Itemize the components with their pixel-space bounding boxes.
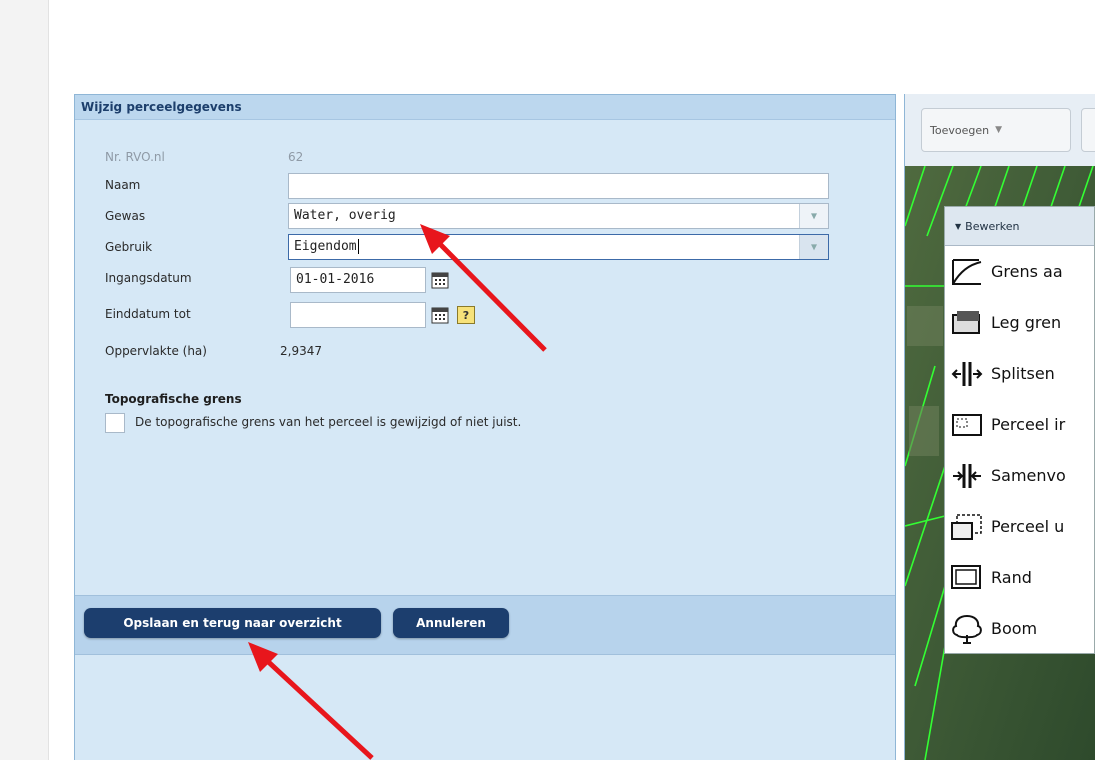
- split-icon: [951, 361, 983, 386]
- topo-checkbox[interactable]: [105, 413, 125, 433]
- parcel-draw-icon: [952, 413, 982, 436]
- einddatum-label: Einddatum tot: [105, 307, 191, 321]
- menu-item-splitsen[interactable]: Splitsen: [945, 348, 1094, 399]
- menu-item-perceel-uitsnijden[interactable]: Perceel u: [945, 501, 1094, 552]
- add-button[interactable]: Toevoegen ▼: [921, 108, 1071, 152]
- left-gutter: [0, 0, 49, 760]
- topo-section-title: Topografische grens: [105, 392, 242, 406]
- naam-input[interactable]: [288, 173, 829, 199]
- topo-checkbox-label: De topografische grens van het perceel i…: [135, 415, 522, 429]
- map-toolbar: Toevoegen ▼: [905, 94, 1095, 167]
- toolbar-button-more[interactable]: [1081, 108, 1095, 152]
- gewas-label: Gewas: [105, 209, 146, 223]
- menu-item-boom[interactable]: Boom: [945, 603, 1094, 654]
- menu-item-grens-aanpassen[interactable]: Grens aa: [945, 246, 1094, 297]
- naam-label: Naam: [105, 178, 141, 192]
- draw-boundary-icon: [952, 310, 980, 334]
- menu-item-label: Grens aa: [991, 262, 1063, 281]
- menu-item-samenvoegen[interactable]: Samenvo: [945, 450, 1094, 501]
- gebruik-label: Gebruik: [105, 240, 153, 254]
- calendar-icon[interactable]: [430, 305, 450, 325]
- text-cursor: [357, 239, 359, 254]
- gewas-select[interactable]: Water, overig ▼: [288, 203, 829, 229]
- edit-parcel-panel: Wijzig perceelgegevens Nr. RVO.nl 62 Naa…: [74, 94, 896, 760]
- menu-item-label: Rand: [991, 568, 1032, 587]
- chevron-down-icon: ▼: [995, 125, 1002, 135]
- calendar-icon[interactable]: [430, 270, 450, 290]
- menu-item-label: Perceel ir: [991, 415, 1066, 434]
- einddatum-input[interactable]: [290, 302, 426, 328]
- menu-item-label: Splitsen: [991, 364, 1055, 383]
- oppervlakte-label: Oppervlakte (ha): [105, 344, 207, 358]
- chevron-down-icon[interactable]: ▼: [799, 235, 828, 259]
- caret-down-icon: ▼: [955, 221, 962, 231]
- nr-label: Nr. RVO.nl: [105, 150, 165, 164]
- cancel-button[interactable]: Annuleren: [393, 608, 509, 638]
- edit-menu-header[interactable]: ▼ Bewerken: [945, 207, 1094, 246]
- merge-icon: [953, 463, 981, 488]
- gebruik-select[interactable]: Eigendom ▼: [288, 234, 829, 260]
- ingangsdatum-input[interactable]: 01-01-2016: [290, 267, 426, 293]
- gewas-value: Water, overig: [294, 208, 396, 223]
- gebruik-value: Eigendom: [294, 239, 357, 254]
- edit-menu: ▼ Bewerken Grens aa Leg gren Splitsen Pe…: [944, 206, 1095, 654]
- help-button[interactable]: ?: [457, 306, 475, 324]
- menu-item-rand[interactable]: Rand: [945, 552, 1094, 603]
- chevron-down-icon[interactable]: ▼: [799, 204, 828, 228]
- oppervlakte-value: 2,9347: [280, 344, 322, 358]
- parcel-cut-icon: [951, 513, 982, 540]
- ingangsdatum-label: Ingangsdatum: [105, 271, 192, 285]
- menu-item-label: Perceel u: [991, 517, 1065, 536]
- menu-item-perceel-intekenen[interactable]: Perceel ir: [945, 399, 1094, 450]
- panel-title: Wijzig perceelgegevens: [75, 95, 895, 120]
- menu-item-label: Samenvo: [991, 466, 1066, 485]
- save-button[interactable]: Opslaan en terug naar overzicht: [84, 608, 381, 638]
- menu-item-leg-grens[interactable]: Leg gren: [945, 297, 1094, 348]
- boundary-edit-icon: [952, 258, 982, 285]
- menu-item-label: Boom: [991, 619, 1038, 638]
- tree-icon: [952, 614, 982, 644]
- add-button-label: Toevoegen: [930, 123, 990, 137]
- edit-menu-title: Bewerken: [965, 219, 1020, 233]
- menu-item-label: Leg gren: [991, 313, 1062, 332]
- nr-value: 62: [288, 150, 304, 164]
- border-icon: [951, 564, 981, 589]
